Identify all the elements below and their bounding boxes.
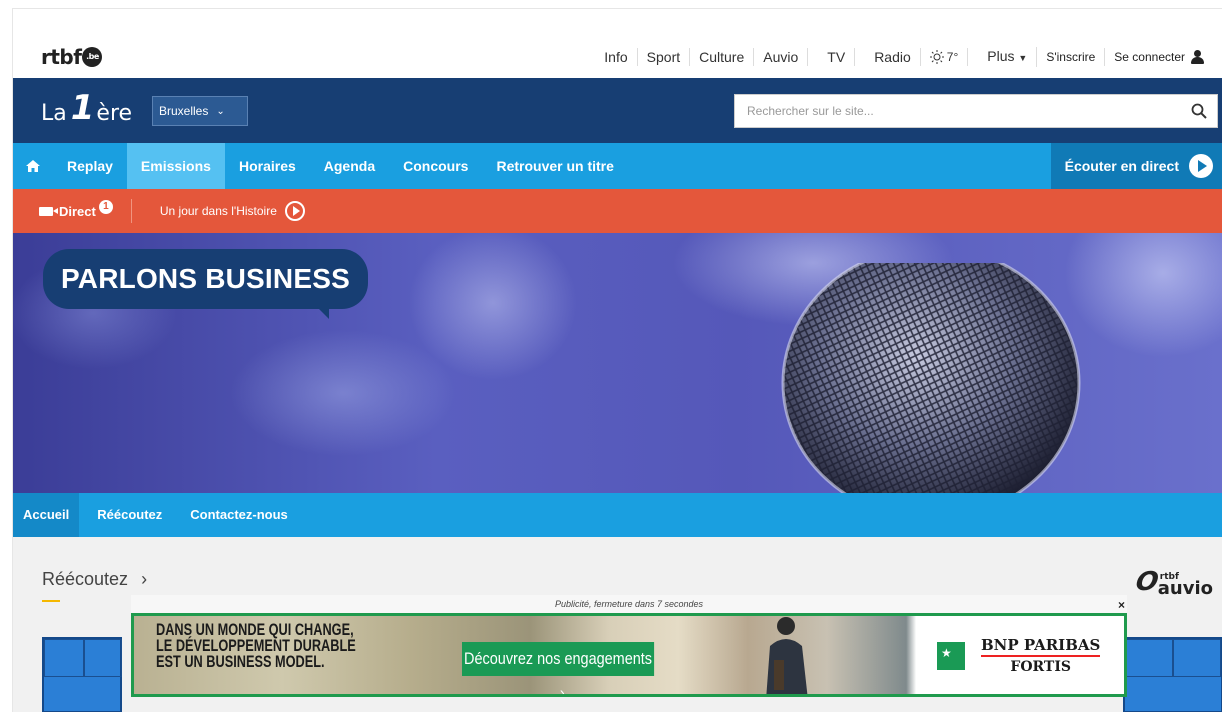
home-icon[interactable] (13, 143, 53, 189)
nav-retrouver-un-titre[interactable]: Retrouver un titre (482, 143, 627, 189)
auvio-wordmark: rtbf auvio (1158, 572, 1213, 598)
thumbnail-grid (84, 639, 122, 677)
subnav-accueil[interactable]: Accueil (13, 493, 80, 537)
login-label: Se connecter (1114, 50, 1185, 64)
top-bar: rtbf .be Info Sport Culture Auvio TV Rad… (13, 9, 1222, 79)
chevron-down-icon: ⌄ (216, 105, 225, 117)
bnp-paribas-logo: BNP PARIBAS FORTIS (937, 636, 1101, 675)
listen-live-label: Écouter en direct (1064, 158, 1179, 174)
logo-one: 1 (70, 88, 95, 128)
thumbnail-grid (44, 639, 84, 677)
ad-headline: Dans un monde qui change, le développeme… (156, 621, 396, 671)
temperature: 7° (946, 50, 959, 64)
history-link[interactable]: Un jour dans l'Histoire (160, 201, 305, 221)
top-nav-radio[interactable]: Radio (865, 48, 921, 66)
logo-la: La (41, 100, 67, 126)
play-icon (1189, 154, 1213, 178)
advertisement: Publicité, fermeture dans 7 secondes × D… (131, 595, 1127, 712)
auvio-o-mark: O (1133, 567, 1161, 597)
section-title-link[interactable]: Réécoutez › (42, 569, 147, 590)
episode-thumbnail-right[interactable] (1123, 637, 1222, 712)
listen-live-button[interactable]: Écouter en direct (1050, 143, 1222, 189)
person-photo (766, 617, 808, 694)
show-sub-nav: Accueil Réécoutez Contactez-nous (13, 493, 1222, 537)
episode-thumbnail-left[interactable] (42, 637, 122, 712)
show-title: PARLONS BUSINESS (43, 249, 368, 319)
ad-headline-line: est un business model. (156, 652, 325, 671)
more-menu[interactable]: Plus ▼ (978, 47, 1038, 67)
divider (130, 199, 132, 223)
nav-emissions[interactable]: Emissions (126, 143, 225, 189)
section-title: Réécoutez (42, 569, 129, 589)
nav-replay[interactable]: Replay (53, 143, 127, 189)
search-box (734, 94, 1218, 128)
close-icon[interactable]: × (1118, 599, 1125, 611)
history-label: Un jour dans l'Histoire (159, 204, 277, 218)
top-nav-info[interactable]: Info (595, 48, 638, 66)
rtbf-logo-text: rtbf (41, 45, 82, 69)
main-nav: Replay Emissions Horaires Agenda Concour… (13, 143, 1222, 189)
weather-widget[interactable]: 7° (921, 48, 969, 66)
be-badge: .be (82, 47, 103, 67)
top-nav-tv[interactable]: TV (818, 48, 856, 66)
direct-label: Direct (59, 203, 96, 219)
browser-page: rtbf .be Info Sport Culture Auvio TV Rad… (12, 8, 1222, 712)
direct-link[interactable]: Direct 1 (13, 200, 113, 219)
top-nav-culture[interactable]: Culture (690, 48, 755, 66)
thumbnail-grid (1125, 639, 1173, 677)
bnp-name: BNP PARIBAS (981, 636, 1101, 657)
bnp-sub: FORTIS (1010, 659, 1071, 675)
bnp-wordmark: BNP PARIBAS FORTIS (981, 636, 1101, 675)
thumbnail-grid (1173, 639, 1221, 677)
login-link[interactable]: Se connecter (1105, 48, 1213, 66)
ad-banner[interactable]: Dans un monde qui change, le développeme… (131, 613, 1127, 697)
nav-agenda[interactable]: Agenda (310, 143, 389, 189)
nav-concours[interactable]: Concours (389, 143, 482, 189)
camera-icon (39, 206, 58, 216)
auvio-logo[interactable]: O rtbf auvio (1133, 567, 1213, 598)
ad-caption: Publicité, fermeture dans 7 secondes (131, 595, 1127, 613)
subnav-reecoutez[interactable]: Réécoutez (79, 493, 172, 537)
caret-down-icon: ▼ (1018, 53, 1028, 63)
auvio-rtbf-small: rtbf (1159, 572, 1179, 582)
hero-banner: PARLONS BUSINESS (13, 233, 1222, 493)
live-bar: Direct 1 Un jour dans l'Histoire (13, 189, 1222, 233)
ad-cta-button[interactable]: Découvrez nos engagements › (462, 642, 655, 694)
more-label: Plus (987, 48, 1015, 64)
chevron-right-icon: › (141, 569, 148, 589)
subnav-contactez-nous[interactable]: Contactez-nous (172, 493, 298, 537)
ad-cta-label: Découvrez nos engagements (464, 649, 653, 668)
signup-link[interactable]: S'inscrire (1037, 48, 1106, 66)
top-nav: Info Sport Culture Auvio TV Radio 7° Plu… (595, 47, 1213, 67)
play-circle-icon (284, 201, 305, 221)
search-icon[interactable] (1191, 103, 1207, 119)
region-select[interactable]: Bruxelles ⌄ (152, 96, 248, 126)
live-count-badge: 1 (98, 200, 113, 214)
user-icon (1191, 50, 1204, 64)
bnp-stars-icon (937, 641, 965, 670)
sun-icon (929, 50, 944, 64)
top-nav-sport[interactable]: Sport (638, 48, 691, 66)
top-nav-auvio[interactable]: Auvio (754, 48, 809, 66)
nav-horaires[interactable]: Horaires (225, 143, 310, 189)
la-premiere-logo[interactable]: La 1 ère (41, 88, 133, 128)
logo-ere: ère (96, 100, 133, 126)
microphone-image (781, 263, 1081, 493)
region-value: Bruxelles (159, 104, 209, 118)
brand-bar: La 1 ère Bruxelles ⌄ (13, 78, 1222, 144)
search-input[interactable] (735, 95, 1175, 127)
chevron-right-icon: › (559, 683, 565, 697)
section-underline (42, 600, 60, 602)
rtbf-logo[interactable]: rtbf .be (41, 45, 103, 69)
